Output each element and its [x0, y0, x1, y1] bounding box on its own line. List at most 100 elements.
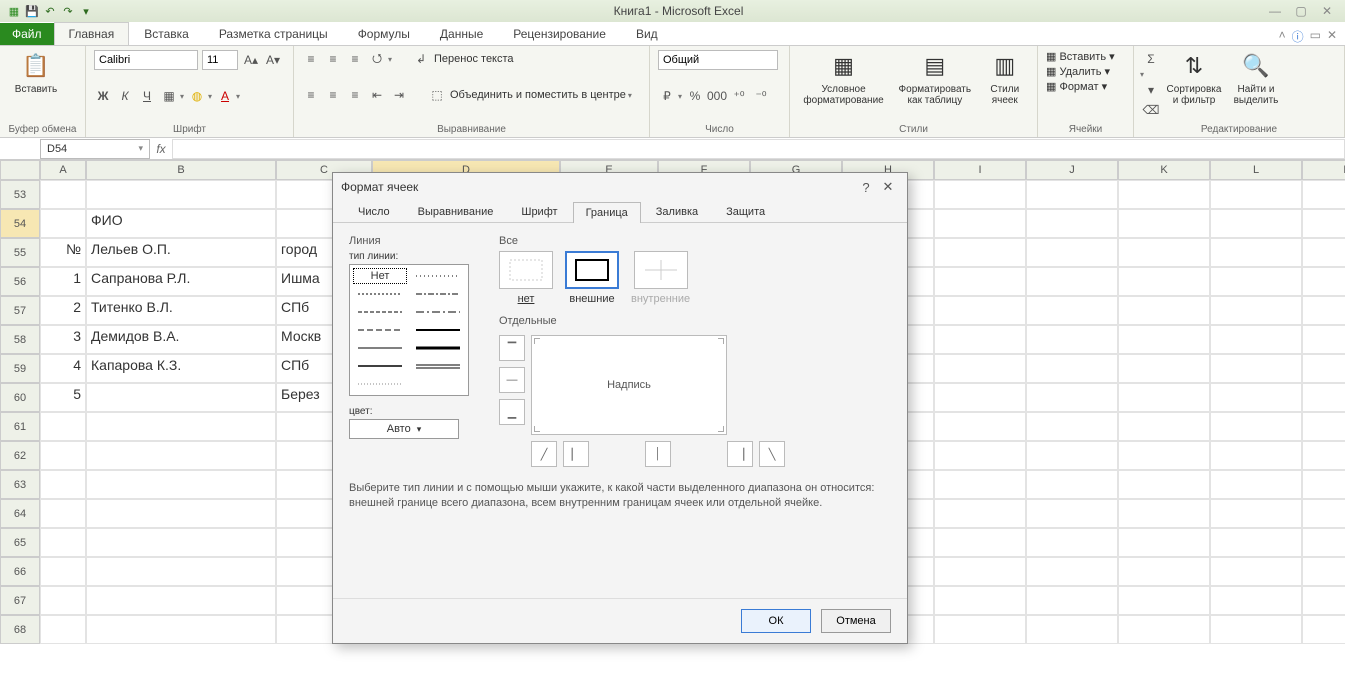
row-header-58[interactable]: 58: [0, 325, 40, 354]
autosum-icon[interactable]: Σ: [1142, 50, 1160, 68]
increase-font-icon[interactable]: A▴: [242, 51, 260, 69]
align-middle-icon[interactable]: ≡: [324, 50, 342, 68]
cell-M63[interactable]: [1302, 470, 1345, 499]
cell-I61[interactable]: [934, 412, 1026, 441]
dialog-tab-Шрифт[interactable]: Шрифт: [508, 201, 570, 222]
cell-A63[interactable]: [40, 470, 86, 499]
cell-L55[interactable]: [1210, 238, 1302, 267]
line-style-option[interactable]: [354, 359, 406, 373]
line-style-option[interactable]: [354, 323, 406, 337]
row-header-62[interactable]: 62: [0, 441, 40, 470]
row-header-53[interactable]: 53: [0, 180, 40, 209]
cell-K58[interactable]: [1118, 325, 1210, 354]
cell-K63[interactable]: [1118, 470, 1210, 499]
minimize-button[interactable]: —: [1263, 4, 1287, 18]
cell-B59[interactable]: Капарова К.З.: [86, 354, 276, 383]
close-button[interactable]: ✕: [1315, 4, 1339, 18]
line-style-option[interactable]: [412, 323, 464, 337]
ok-button[interactable]: ОК: [741, 609, 811, 633]
cell-M60[interactable]: [1302, 383, 1345, 412]
save-icon[interactable]: 💾: [24, 3, 40, 19]
row-header-63[interactable]: 63: [0, 470, 40, 499]
row-header-54[interactable]: 54: [0, 209, 40, 238]
formula-input[interactable]: [172, 139, 1345, 159]
cell-M62[interactable]: [1302, 441, 1345, 470]
cell-I67[interactable]: [934, 586, 1026, 615]
cell-L61[interactable]: [1210, 412, 1302, 441]
delete-cells-button[interactable]: ▦ Удалить ▾: [1046, 65, 1125, 78]
cell-M57[interactable]: [1302, 296, 1345, 325]
cell-K60[interactable]: [1118, 383, 1210, 412]
cell-A62[interactable]: [40, 441, 86, 470]
cell-A66[interactable]: [40, 557, 86, 586]
border-diag-down-button[interactable]: ╲: [759, 441, 785, 467]
cell-J57[interactable]: [1026, 296, 1118, 325]
cell-K61[interactable]: [1118, 412, 1210, 441]
line-style-option[interactable]: [354, 305, 406, 319]
cell-K57[interactable]: [1118, 296, 1210, 325]
window-close-icon[interactable]: ✕: [1327, 28, 1337, 45]
row-header-59[interactable]: 59: [0, 354, 40, 383]
cell-I59[interactable]: [934, 354, 1026, 383]
preset-inside[interactable]: внутренние: [631, 251, 690, 305]
merge-icon[interactable]: ⬚: [428, 86, 446, 104]
dialog-tab-Число[interactable]: Число: [345, 201, 403, 222]
cell-K56[interactable]: [1118, 267, 1210, 296]
cell-A58[interactable]: 3: [40, 325, 86, 354]
align-right-icon[interactable]: ≡: [346, 86, 364, 104]
cell-A68[interactable]: [40, 615, 86, 644]
cell-L63[interactable]: [1210, 470, 1302, 499]
border-icon[interactable]: ▦: [160, 87, 178, 105]
orientation-icon[interactable]: ⭯: [368, 50, 386, 68]
dialog-tab-Заливка[interactable]: Заливка: [643, 201, 711, 222]
border-preview[interactable]: Надпись: [531, 335, 727, 435]
cell-B58[interactable]: Демидов В.А.: [86, 325, 276, 354]
cell-M64[interactable]: [1302, 499, 1345, 528]
preset-outline[interactable]: внешние: [565, 251, 619, 305]
cell-B64[interactable]: [86, 499, 276, 528]
cell-I56[interactable]: [934, 267, 1026, 296]
decrease-decimal-icon[interactable]: ⁻⁰: [752, 87, 770, 105]
cell-I60[interactable]: [934, 383, 1026, 412]
line-style-option[interactable]: [412, 341, 464, 355]
cell-M67[interactable]: [1302, 586, 1345, 615]
dialog-tab-Защита[interactable]: Защита: [713, 201, 778, 222]
row-header-67[interactable]: 67: [0, 586, 40, 615]
cell-K64[interactable]: [1118, 499, 1210, 528]
cell-K55[interactable]: [1118, 238, 1210, 267]
insert-cells-button[interactable]: ▦ Вставить ▾: [1046, 50, 1125, 63]
cell-styles-button[interactable]: ▥Стили ячеек: [981, 50, 1029, 106]
window-restore-icon[interactable]: ▭: [1310, 28, 1321, 45]
cell-K53[interactable]: [1118, 180, 1210, 209]
cell-B55[interactable]: Лельев О.П.: [86, 238, 276, 267]
ribbon-tab-Главная[interactable]: Главная: [54, 22, 130, 45]
wrap-text-icon[interactable]: ↲: [412, 50, 430, 68]
cell-B56[interactable]: Сапранова Р.Л.: [86, 267, 276, 296]
conditional-formatting-button[interactable]: ▦Условное форматирование: [798, 50, 889, 106]
fx-icon[interactable]: fx: [150, 142, 172, 156]
italic-icon[interactable]: К: [116, 87, 134, 105]
cell-B61[interactable]: [86, 412, 276, 441]
cell-K62[interactable]: [1118, 441, 1210, 470]
decrease-font-icon[interactable]: A▾: [264, 51, 282, 69]
cell-L53[interactable]: [1210, 180, 1302, 209]
line-style-option[interactable]: [354, 341, 406, 355]
align-left-icon[interactable]: ≡: [302, 86, 320, 104]
ribbon-tab-Вставка[interactable]: Вставка: [129, 22, 204, 45]
cell-I53[interactable]: [934, 180, 1026, 209]
cell-I62[interactable]: [934, 441, 1026, 470]
cell-L59[interactable]: [1210, 354, 1302, 383]
cell-J65[interactable]: [1026, 528, 1118, 557]
format-as-table-button[interactable]: ▤Форматировать как таблицу: [893, 50, 976, 106]
cell-A53[interactable]: [40, 180, 86, 209]
cell-I65[interactable]: [934, 528, 1026, 557]
cell-M58[interactable]: [1302, 325, 1345, 354]
paste-button[interactable]: 📋 Вставить: [8, 50, 64, 95]
cell-B63[interactable]: [86, 470, 276, 499]
cell-I58[interactable]: [934, 325, 1026, 354]
cell-A56[interactable]: 1: [40, 267, 86, 296]
dialog-help-icon[interactable]: ?: [855, 180, 877, 195]
cell-L65[interactable]: [1210, 528, 1302, 557]
cell-I63[interactable]: [934, 470, 1026, 499]
row-header-66[interactable]: 66: [0, 557, 40, 586]
